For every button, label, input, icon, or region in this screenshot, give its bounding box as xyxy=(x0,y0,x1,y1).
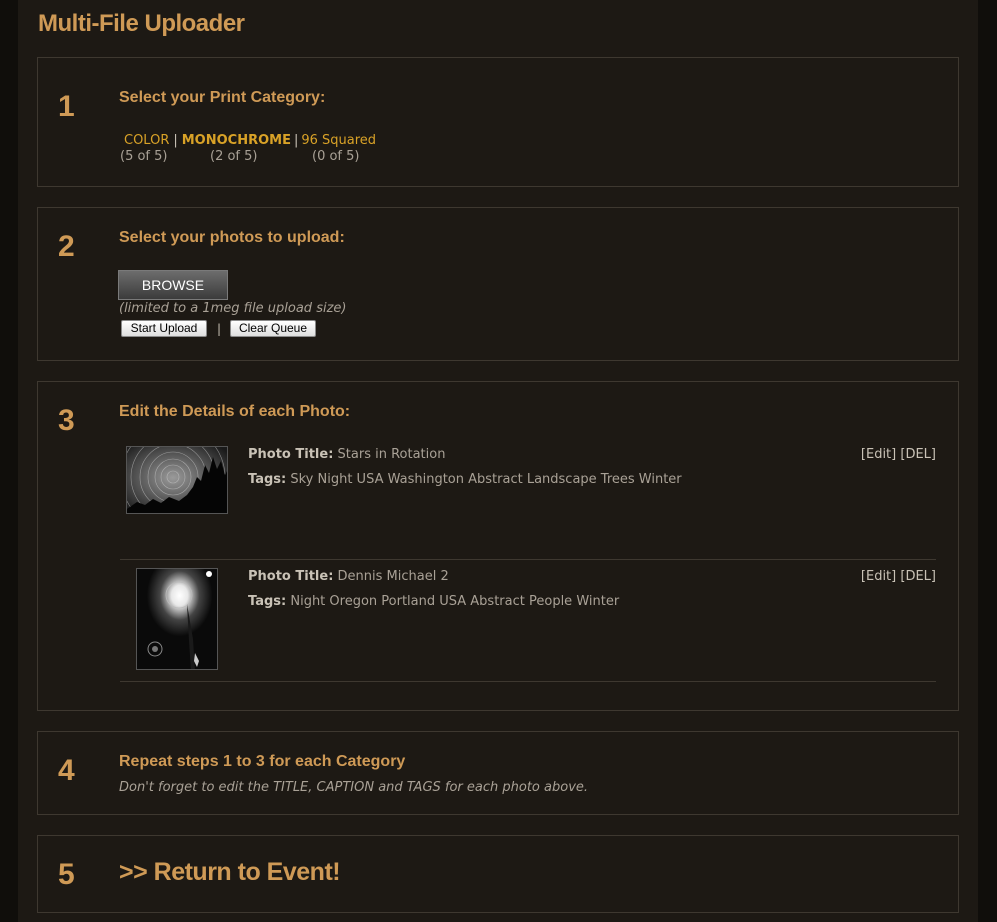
category-link-color[interactable]: COLOR xyxy=(124,133,169,148)
night-light-image xyxy=(137,569,217,669)
category-selector: COLOR | MONOCHROME | 96 Squared xyxy=(124,133,376,148)
category-link-96-squared[interactable]: 96 Squared xyxy=(301,133,376,148)
step-4-panel: 4 Repeat steps 1 to 3 for each Category … xyxy=(37,731,959,815)
photo-title-value: Dennis Michael 2 xyxy=(337,569,449,584)
photo-thumbnail[interactable] xyxy=(136,568,218,670)
return-to-event-link[interactable]: >> Return to Event! xyxy=(119,858,341,887)
edit-link[interactable]: Edit xyxy=(866,447,891,462)
photo-thumbnail[interactable] xyxy=(126,446,228,514)
step-5-panel: 5 >> Return to Event! xyxy=(37,835,959,913)
step-number: 5 xyxy=(58,858,75,891)
button-separator: | xyxy=(217,322,222,336)
photo-divider xyxy=(120,681,936,682)
step-2-panel: 2 Select your photos to upload: BROWSE (… xyxy=(37,207,959,361)
photo-tags-value: Sky Night USA Washington Abstract Landsc… xyxy=(290,472,682,487)
photo-actions: [Edit] [DEL] xyxy=(860,569,936,584)
step-number: 2 xyxy=(58,230,75,263)
step-heading: Select your Print Category: xyxy=(119,89,326,106)
delete-link[interactable]: DEL xyxy=(905,569,930,584)
start-upload-button[interactable]: Start Upload xyxy=(121,320,207,337)
photo-tags-value: Night Oregon Portland USA Abstract Peopl… xyxy=(290,594,620,609)
photo-tags-label: Tags: xyxy=(248,594,287,609)
photo-actions: [Edit] [DEL] xyxy=(860,447,936,462)
photo-title-label: Photo Title: xyxy=(248,569,334,584)
photo-row: Photo Title: Stars in Rotation Tags: Sky… xyxy=(120,446,936,526)
photo-row: Photo Title: Dennis Michael 2 Tags: Nigh… xyxy=(120,568,936,678)
category-count-monochrome: (2 of 5) xyxy=(210,149,258,164)
photo-title-value: Stars in Rotation xyxy=(337,447,446,462)
delete-link[interactable]: DEL xyxy=(905,447,930,462)
upload-limit-note: (limited to a 1meg file upload size) xyxy=(119,301,347,316)
browse-button[interactable]: BROWSE xyxy=(118,270,228,300)
page-title: Multi-File Uploader xyxy=(38,10,245,37)
category-link-monochrome[interactable]: MONOCHROME xyxy=(182,133,291,148)
step-heading: Repeat steps 1 to 3 for each Category xyxy=(119,753,406,770)
step-number: 1 xyxy=(58,90,75,123)
edit-link[interactable]: Edit xyxy=(866,569,891,584)
step-number: 4 xyxy=(58,754,75,787)
category-count-96-squared: (0 of 5) xyxy=(312,149,360,164)
step-number: 3 xyxy=(58,404,75,437)
step-3-panel: 3 Edit the Details of each Photo: Photo … xyxy=(37,381,959,711)
category-separator: | xyxy=(173,133,178,148)
category-count-color: (5 of 5) xyxy=(120,149,168,164)
photo-tags-line: Tags: Sky Night USA Washington Abstract … xyxy=(248,472,682,487)
photo-tags-line: Tags: Night Oregon Portland USA Abstract… xyxy=(248,594,619,609)
photo-title-label: Photo Title: xyxy=(248,447,334,462)
clear-queue-button[interactable]: Clear Queue xyxy=(230,320,316,337)
step-heading: Edit the Details of each Photo: xyxy=(119,403,351,420)
page-container: Multi-File Uploader 1 Select your Print … xyxy=(18,0,978,922)
photo-title-line: Photo Title: Stars in Rotation xyxy=(248,447,445,462)
step-heading: Select your photos to upload: xyxy=(119,229,345,246)
star-trails-image xyxy=(127,447,227,513)
photo-divider xyxy=(120,559,936,560)
step-4-reminder: Don't forget to edit the TITLE, CAPTION … xyxy=(119,780,589,795)
photo-title-line: Photo Title: Dennis Michael 2 xyxy=(248,569,449,584)
step-1-panel: 1 Select your Print Category: COLOR | MONO… xyxy=(37,57,959,187)
category-separator: | xyxy=(293,133,299,148)
photo-tags-label: Tags: xyxy=(248,472,287,487)
